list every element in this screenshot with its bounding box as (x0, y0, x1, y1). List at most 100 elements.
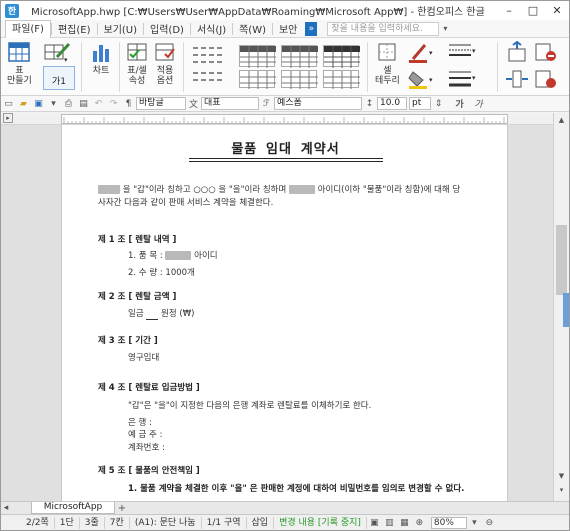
redo-icon[interactable]: ↷ (106, 97, 121, 111)
scroll-up-icon[interactable]: ▲ (555, 115, 568, 125)
vertical-scrollbar[interactable]: ▲ ▼ ▾ (553, 113, 569, 501)
undo-icon[interactable]: ↶ (91, 97, 106, 111)
article-1-item-2: 2. 수 량 : 1000개 (128, 268, 195, 278)
svg-text:▾: ▾ (64, 56, 68, 63)
menu-security[interactable]: 보안 (273, 21, 303, 36)
table-style-grid-alt[interactable] (281, 45, 318, 68)
cell-props-button[interactable]: 표/셀 속성 (125, 41, 149, 86)
scrollbar-thumb[interactable] (556, 225, 567, 295)
table-style-grid-dark[interactable] (323, 45, 360, 68)
delete-cell-button[interactable] (533, 41, 557, 63)
new-doc-icon[interactable]: ▭ (1, 97, 16, 111)
document-page[interactable]: 물품 임대 계약서 을 "갑"이라 칭하고 ○○○ 을 "을"이라 칭하며 아이… (61, 125, 508, 501)
table-edit-button[interactable]: ▾ (43, 41, 71, 64)
font-select[interactable]: 예스폼 (274, 97, 362, 110)
fill-color-button[interactable]: ▾ (407, 68, 433, 90)
table-style-dropdown[interactable]: 가1 (43, 66, 75, 90)
minimize-button[interactable]: – (497, 1, 521, 20)
split-cell-button[interactable] (533, 68, 557, 90)
hancom-logo-icon[interactable]: 한 (5, 3, 19, 18)
tab-microsoftapp[interactable]: MicrosoftApp (31, 502, 115, 514)
menu-file[interactable]: 파일(F) (5, 19, 51, 38)
print-preview-icon[interactable]: ▤ (76, 97, 91, 111)
status-area: 1/1 구역 (202, 516, 247, 529)
menu-format[interactable]: 서식(J) (191, 21, 232, 36)
apply-options-label: 적용 옵션 (156, 66, 174, 86)
italic-button[interactable]: 가 (471, 97, 486, 111)
zoom-dropdown-icon[interactable]: ▾ (467, 516, 482, 530)
table-style-grid-3[interactable] (239, 70, 276, 89)
intro-text-a: 을 "갑"이라 칭하고 ○○○ 을 "을"이라 칭하며 (122, 185, 287, 195)
status-page[interactable]: 2/2쪽 (21, 516, 55, 529)
toolbar-menu-icon[interactable]: ▾ (46, 97, 61, 111)
status-track-changes[interactable]: 변경 내용 [기록 중지] (274, 516, 367, 529)
close-button[interactable]: ✕ (545, 1, 569, 20)
bar-chart-icon (89, 41, 113, 63)
line-color-button[interactable]: ▾ (407, 41, 433, 63)
insert-above-button[interactable] (505, 40, 529, 63)
paint-bucket-icon: ▾ (407, 68, 433, 90)
amount-label: 일금 (128, 309, 144, 319)
horizontal-ruler[interactable] (61, 114, 508, 124)
document-area: 물품 임대 계약서 을 "갑"이라 칭하고 ○○○ 을 "을"이라 칭하며 아이… (1, 125, 553, 501)
article-1-item-1: 1. 품 목 : 아이디 (128, 251, 218, 262)
zoom-icon[interactable]: ⊕ (412, 516, 427, 530)
svg-text:▾: ▾ (429, 76, 433, 84)
line-style-icon: ▾ (447, 41, 477, 63)
article-5-title: 제 5 조 [ 물품의 안전책임 ] (98, 466, 200, 476)
add-tab-button[interactable]: + (115, 503, 129, 514)
style-select[interactable]: 바탕글 (136, 97, 186, 110)
search-input[interactable]: 찾을 내용을 입력하세요. (327, 21, 440, 36)
menu-edit[interactable]: 편집(E) (52, 21, 97, 36)
font-size-input[interactable]: 10.0 (377, 97, 407, 110)
make-table-button[interactable]: 표 만들기 (7, 41, 32, 86)
cell-props-label: 표/셀 속성 (127, 66, 147, 86)
menu-page[interactable]: 쪽(W) (233, 21, 272, 36)
item-value: 아이디 (194, 251, 218, 261)
bold-button[interactable]: 가 (452, 97, 467, 111)
table-style-grid-5[interactable] (323, 70, 360, 89)
tab-prev-icon[interactable]: ◂ (1, 501, 11, 515)
ribbon-toolbar: 표 만들기 ▾ 가1 차트 표/셀 속성 적용 옵션 셀 테두리 ▾ ▾ ▾ ▾ (1, 38, 569, 96)
table-style-plain[interactable] (191, 44, 227, 66)
zoom-out-icon[interactable]: ⊖ (482, 516, 497, 530)
view-web-icon[interactable]: ▦ (397, 516, 412, 530)
insert-left-right-button[interactable] (505, 68, 529, 90)
chart-button[interactable]: 차트 (89, 41, 113, 76)
svg-text:▾: ▾ (472, 74, 476, 82)
view-normal-icon[interactable]: ▣ (367, 516, 382, 530)
table-style-plain-2[interactable] (191, 70, 227, 92)
menu-insert[interactable]: 입력(D) (144, 21, 190, 36)
print-icon[interactable]: ⎙ (61, 97, 76, 111)
menu-view[interactable]: 보기(U) (98, 21, 144, 36)
save-icon[interactable]: ▣ (31, 97, 46, 111)
search-dropdown-icon[interactable]: ▾ (439, 24, 451, 33)
tab-type-icon[interactable]: ▸ (3, 113, 13, 123)
title-bar: 한 MicrosoftApp.hwp [C:₩Users₩User₩AppDat… (1, 1, 569, 20)
table-style-grid[interactable] (239, 45, 276, 68)
language-icon: 文 (188, 100, 198, 110)
font-language-select[interactable]: 대표 (201, 97, 259, 110)
table-style-grid-4[interactable] (281, 70, 318, 89)
side-panel-tab[interactable] (563, 293, 569, 327)
maximize-button[interactable]: □ (521, 1, 545, 20)
article-4-holder: 예 금 주 : (128, 430, 163, 440)
page-nav-icon[interactable]: ▾ (555, 485, 568, 495)
line-width-button[interactable]: ▾ (447, 68, 477, 90)
cell-border-button[interactable]: 셀 테두리 (375, 41, 400, 86)
redacted-text (98, 185, 120, 194)
menu-bar: 파일(F) 편집(E) 보기(U) 입력(D) 서식(J) 쪽(W) 보안 » … (1, 19, 569, 38)
scroll-down-icon[interactable]: ▼ (555, 471, 568, 481)
menu-more-icon[interactable]: » (305, 21, 318, 36)
table-grid-icon (7, 41, 31, 63)
font-icon: ℱ (262, 98, 271, 109)
status-mode[interactable]: 삽입 (247, 516, 275, 529)
spinner-icon[interactable]: ⇕ (431, 97, 446, 111)
font-unit-select[interactable]: pt (409, 97, 431, 110)
zoom-select[interactable]: 80% (430, 516, 467, 529)
redacted-text (165, 251, 192, 260)
line-style-button[interactable]: ▾ (447, 41, 477, 63)
open-folder-icon[interactable]: ▰ (16, 97, 31, 111)
apply-options-button[interactable]: 적용 옵션 (153, 41, 177, 86)
view-page-icon[interactable]: ▥ (382, 516, 397, 530)
